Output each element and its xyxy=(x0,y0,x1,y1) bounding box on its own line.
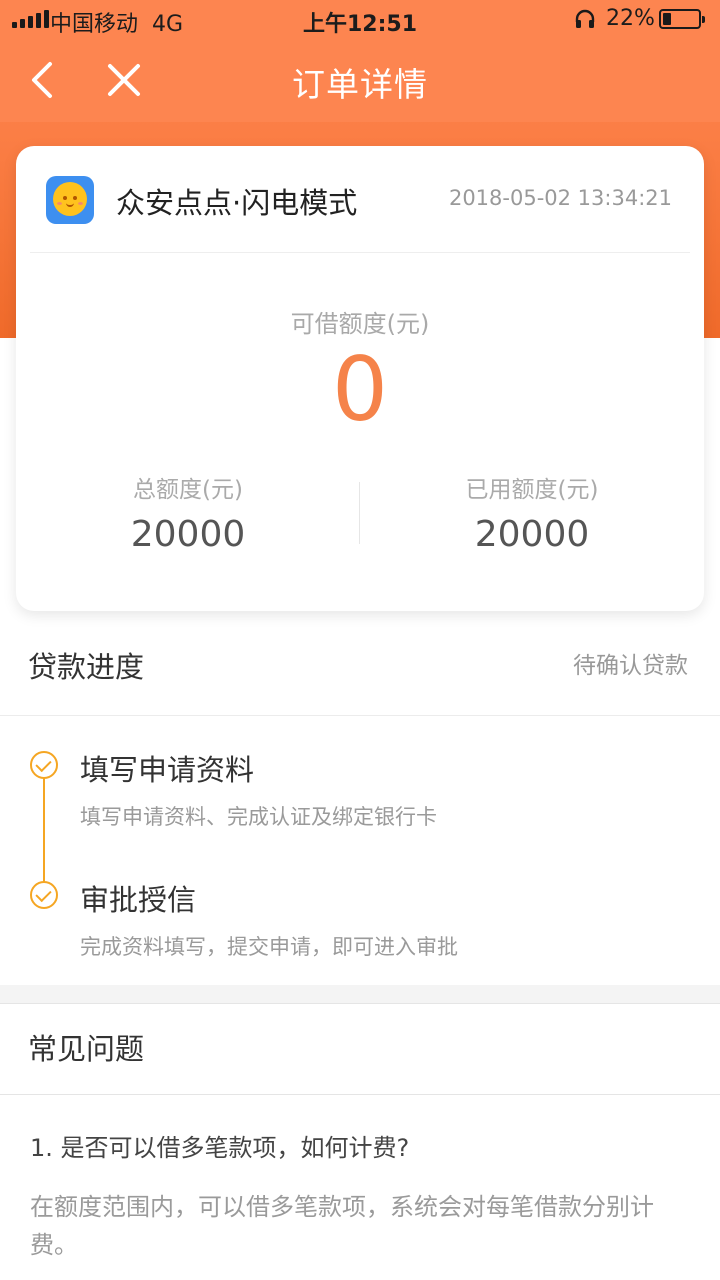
total-credit: 总额度(元) 20000 xyxy=(16,470,360,555)
check-circle-icon xyxy=(30,881,58,909)
app-name: 众安点点·闪电模式 xyxy=(116,186,358,220)
status-bar: 中国移动 4G 上午12:51 22% xyxy=(0,0,720,40)
loan-progress-status: 待确认贷款 xyxy=(573,653,688,679)
total-credit-value: 20000 xyxy=(130,514,246,555)
available-credit-value: 0 xyxy=(332,338,388,441)
nav-bar: 订单详情 xyxy=(0,40,720,122)
section-separator xyxy=(0,985,720,1003)
page-title: 订单详情 xyxy=(292,65,428,104)
battery-percent: 22% xyxy=(606,6,655,31)
faq-title: 常见问题 xyxy=(28,1032,145,1066)
step-connector-line xyxy=(43,777,45,895)
used-credit-value: 20000 xyxy=(474,514,590,555)
available-credit-label: 可借额度(元) xyxy=(290,310,430,338)
order-timestamp: 2018-05-02 13:34:21 xyxy=(448,186,672,210)
order-card: 众安点点·闪电模式 2018-05-02 13:34:21 可借额度(元) 0 … xyxy=(16,146,704,611)
headphone-icon xyxy=(575,9,595,28)
faq-question: 1. 是否可以借多笔款项，如何计费? xyxy=(30,1134,410,1162)
step-description: 填写申请资料、完成认证及绑定银行卡 xyxy=(80,805,437,829)
used-credit-label: 已用额度(元) xyxy=(465,477,599,503)
loan-progress-title: 贷款进度 xyxy=(28,650,145,684)
used-credit: 已用额度(元) 20000 xyxy=(360,470,704,555)
card-divider xyxy=(30,252,690,253)
loan-progress-header: 贷款进度 待确认贷款 xyxy=(0,612,720,716)
progress-steps: 填写申请资料 填写申请资料、完成认证及绑定银行卡 审批授信 完成资料填写，提交申… xyxy=(0,717,720,985)
step-title: 审批授信 xyxy=(80,883,197,917)
faq-header: 常见问题 xyxy=(0,1003,720,1095)
app-logo-icon xyxy=(46,176,94,224)
step-title: 填写申请资料 xyxy=(80,753,255,787)
check-circle-icon xyxy=(30,751,58,779)
battery-icon xyxy=(659,9,705,29)
step-description: 完成资料填写，提交申请，即可进入审批 xyxy=(80,935,458,959)
total-credit-label: 总额度(元) xyxy=(133,477,243,503)
faq-answer: 在额度范围内，可以借多笔款项，系统会对每笔借款分别计费。 xyxy=(30,1193,654,1259)
